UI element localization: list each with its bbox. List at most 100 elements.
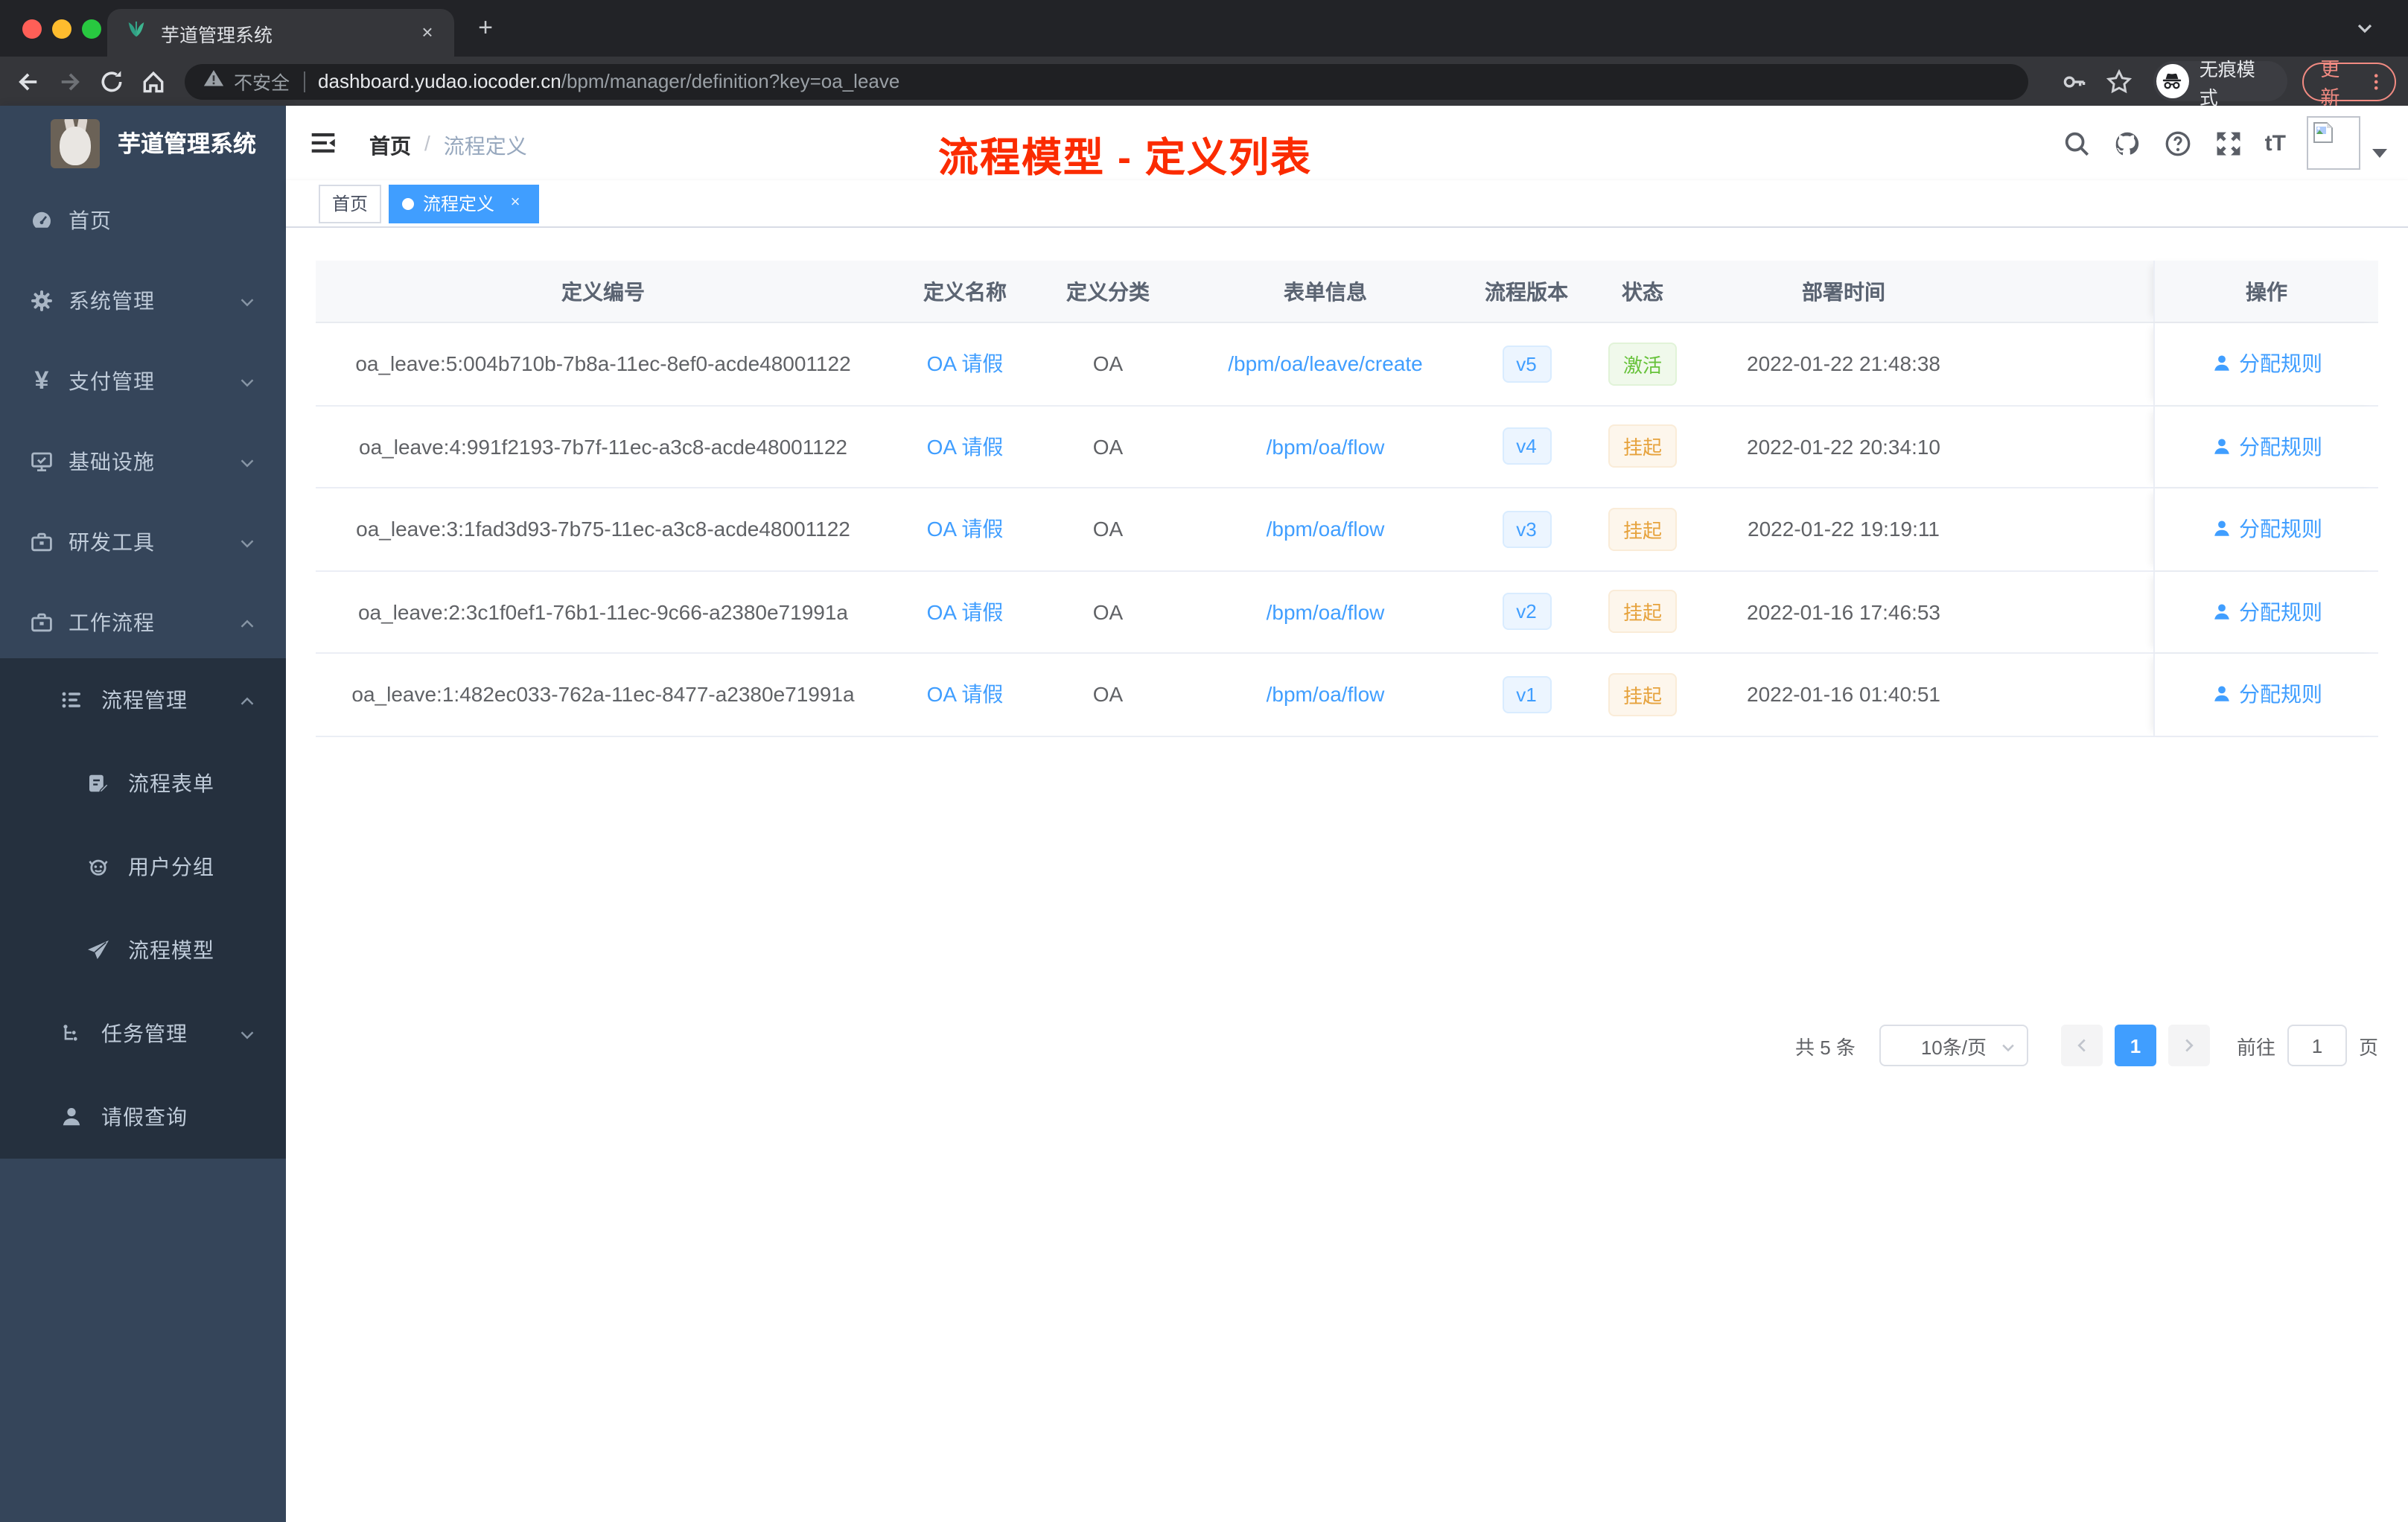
assign-rule-button[interactable]: 分配规则 (2211, 597, 2322, 627)
traffic-light-minimize-icon[interactable] (52, 19, 71, 38)
sidebar-item-process-management[interactable]: 流程管理 (0, 658, 286, 742)
breadcrumb: 首页 / 流程定义 (369, 131, 527, 161)
definition-name-link[interactable]: OA 请假 (927, 683, 1004, 707)
definition-name-link[interactable]: OA 请假 (927, 600, 1004, 624)
password-key-icon[interactable] (2061, 68, 2088, 95)
sidebar-item-process-form[interactable]: 流程表单 (0, 742, 286, 825)
assign-rule-button[interactable]: 分配规则 (2211, 515, 2322, 544)
assign-rule-button[interactable]: 分配规则 (2211, 680, 2322, 710)
kebab-menu-icon[interactable] (2366, 71, 2386, 92)
definition-table: 定义编号 定义名称 定义分类 表单信息 流程版本 状态 部署时间 操作 oa_l… (316, 261, 2378, 736)
assign-rule-button[interactable]: 分配规则 (2211, 432, 2322, 462)
workflow-submenu: 流程管理 流程表单 用户分组 流程模型 任务管理 请假查询 (0, 658, 286, 1159)
next-page-button[interactable] (2167, 1025, 2210, 1066)
version-tag: v3 (1502, 510, 1551, 548)
user-icon (2214, 687, 2229, 702)
sidebar-item-infrastructure[interactable]: 基础设施 (0, 421, 286, 502)
reload-icon[interactable] (98, 68, 125, 95)
tag-process-definition[interactable]: 流程定义 × (389, 184, 540, 223)
home-icon[interactable] (140, 68, 167, 95)
definition-name-link[interactable]: OA 请假 (927, 352, 1004, 376)
sidebar-item-label: 首页 (69, 208, 112, 232)
tab-search-chevron-icon[interactable] (2353, 16, 2377, 40)
security-label[interactable]: 不安全 (234, 67, 290, 95)
chevron-down-icon (238, 1025, 256, 1042)
current-page[interactable]: 1 (2114, 1025, 2156, 1066)
search-icon[interactable] (2063, 129, 2091, 157)
goto-page-input[interactable] (2287, 1025, 2347, 1066)
url-host: dashboard.yudao.iocoder.cn (318, 70, 561, 92)
cell-deploy-time: 2022-01-16 17:46:53 (1747, 599, 1940, 624)
avatar[interactable] (2307, 116, 2360, 170)
address-bar[interactable]: 不安全 dashboard.yudao.iocoder.cn/bpm/manag… (185, 63, 2029, 99)
sidebar-item-workflow[interactable]: 工作流程 (0, 582, 286, 663)
tag-label: 首页 (332, 194, 369, 214)
sidebar-item-system[interactable]: 系统管理 (0, 261, 286, 341)
cell-definition-id: oa_leave:2:3c1f0ef1-76b1-11ec-9c66-a2380… (357, 599, 848, 624)
cell-category: OA (1092, 682, 1124, 707)
fullscreen-icon[interactable] (2214, 129, 2243, 157)
form-link[interactable]: /bpm/oa/flow (1267, 435, 1385, 459)
tag-home[interactable]: 首页 (319, 184, 382, 223)
sidebar-collapse-icon[interactable] (310, 130, 337, 156)
back-icon[interactable] (15, 68, 42, 95)
definition-name-link[interactable]: OA 请假 (927, 435, 1004, 459)
avatar-caret-icon[interactable] (2372, 149, 2387, 158)
browser-update-button[interactable]: 更新 (2302, 57, 2396, 108)
sidebar-item-home[interactable]: 首页 (0, 180, 286, 261)
new-tab-button[interactable]: + (471, 13, 500, 43)
sidebar-item-label: 请假查询 (101, 1105, 188, 1129)
assign-rule-button[interactable]: 分配规则 (2211, 349, 2322, 379)
logo-avatar (51, 118, 100, 168)
page-size-select[interactable]: 10条/页 (1879, 1025, 2028, 1066)
cell-definition-id: oa_leave:4:991f2193-7b7f-11ec-a3c8-acde4… (359, 434, 847, 459)
breadcrumb-current: 流程定义 (443, 134, 527, 158)
chevron-up-icon (238, 691, 256, 709)
sidebar-item-user-group[interactable]: 用户分组 (0, 825, 286, 908)
sidebar: 芋道管理系统 首页 系统管理 ¥ 支付管理 基础设施 研发工具 工作流程 流程管… (0, 106, 286, 1522)
tab-close-icon[interactable]: × (415, 21, 439, 45)
user-icon (60, 1105, 83, 1129)
sidebar-item-payment[interactable]: ¥ 支付管理 (0, 341, 286, 421)
form-link[interactable]: /bpm/oa/flow (1267, 683, 1385, 707)
form-link[interactable]: /bpm/oa/flow (1267, 518, 1385, 541)
traffic-light-close-icon[interactable] (22, 19, 42, 38)
table-row: oa_leave:4:991f2193-7b7f-11ec-a3c8-acde4… (316, 406, 2378, 488)
sidebar-item-task-management[interactable]: 任务管理 (0, 992, 286, 1075)
font-size-icon[interactable]: tT (2265, 130, 2286, 156)
active-dot (402, 197, 415, 209)
status-badge: 挂起 (1608, 424, 1677, 468)
incognito-badge: 无痕模式 (2153, 59, 2288, 108)
sidebar-item-devtools[interactable]: 研发工具 (0, 502, 286, 582)
url-path: /bpm/manager/definition?key=oa_leave (561, 70, 900, 92)
help-icon[interactable] (2164, 129, 2192, 157)
form-link[interactable]: /bpm/oa/flow (1267, 600, 1385, 624)
definition-name-link[interactable]: OA 请假 (927, 518, 1004, 541)
sidebar-logo[interactable]: 芋道管理系统 (0, 106, 286, 180)
not-secure-warning-icon[interactable] (203, 66, 225, 96)
navbar: 首页 / 流程定义 流程模型 - 定义列表 tT (286, 106, 2408, 180)
github-icon[interactable] (2113, 129, 2141, 157)
forward-icon[interactable] (57, 68, 83, 95)
browser-toolbar: 不安全 dashboard.yudao.iocoder.cn/bpm/manag… (0, 57, 2408, 108)
browser-tab-strip: 芋道管理系统 × + (0, 0, 2408, 57)
prev-page-button[interactable] (2060, 1025, 2103, 1066)
browser-tab[interactable]: 芋道管理系统 × (107, 9, 454, 57)
main-panel: 首页 / 流程定义 流程模型 - 定义列表 tT 首页 流程定义 × 定义编号 … (286, 106, 2408, 1522)
col-header-action: 操作 (2153, 261, 2378, 322)
favicon-leaf-icon (125, 18, 147, 48)
col-header-status: 状态 (1622, 279, 1663, 303)
cell-category: OA (1092, 517, 1124, 541)
breadcrumb-home[interactable]: 首页 (369, 131, 411, 161)
sidebar-item-process-model[interactable]: 流程模型 (0, 908, 286, 992)
bookmark-star-icon[interactable] (2106, 68, 2133, 95)
form-link[interactable]: /bpm/oa/leave/create (1228, 352, 1423, 376)
navbar-actions: tT (2040, 106, 2387, 180)
yen-icon: ¥ (34, 366, 49, 395)
paper-plane-icon (86, 938, 110, 962)
sidebar-item-leave-query[interactable]: 请假查询 (0, 1075, 286, 1159)
tag-close-icon[interactable]: × (505, 193, 526, 214)
traffic-light-zoom-icon[interactable] (82, 19, 101, 38)
cell-definition-id: oa_leave:5:004b710b-7b8a-11ec-8ef0-acde4… (355, 351, 851, 376)
page-title: 流程模型 - 定义列表 (938, 136, 1312, 180)
